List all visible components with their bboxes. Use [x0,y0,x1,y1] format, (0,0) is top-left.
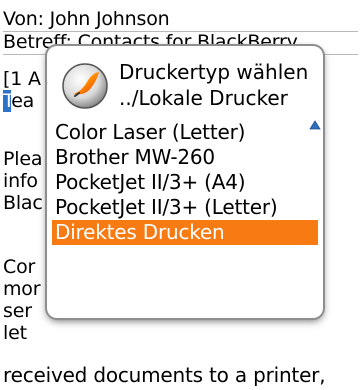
printer-select-dialog: Druckertyp wählen ../Lokale Drucker Colo… [47,46,323,318]
email-body-line: received documents to a printer, [3,364,326,386]
email-from: Von: John Johnson [3,8,358,32]
printer-option-selected[interactable]: Direktes Drucken [52,220,318,245]
text-cursor: T [3,90,12,112]
printer-option[interactable]: Color Laser (Letter) [52,120,318,145]
email-body-line: let [3,322,27,344]
printer-option[interactable]: PocketJet II/3+ (A4) [52,170,318,195]
printer-option[interactable]: PocketJet II/3+ (Letter) [52,195,318,220]
dialog-title: Druckertyp wählen [119,60,309,84]
email-body-fragment: ea [11,90,35,112]
dialog-header: Druckertyp wählen ../Lokale Drucker [47,46,323,116]
dialog-subtitle: ../Lokale Drucker [119,86,288,110]
print-app-icon [62,63,108,109]
printer-list: Color Laser (Letter) Brother MW-260 Pock… [52,120,318,245]
printer-option[interactable]: Brother MW-260 [52,145,318,170]
